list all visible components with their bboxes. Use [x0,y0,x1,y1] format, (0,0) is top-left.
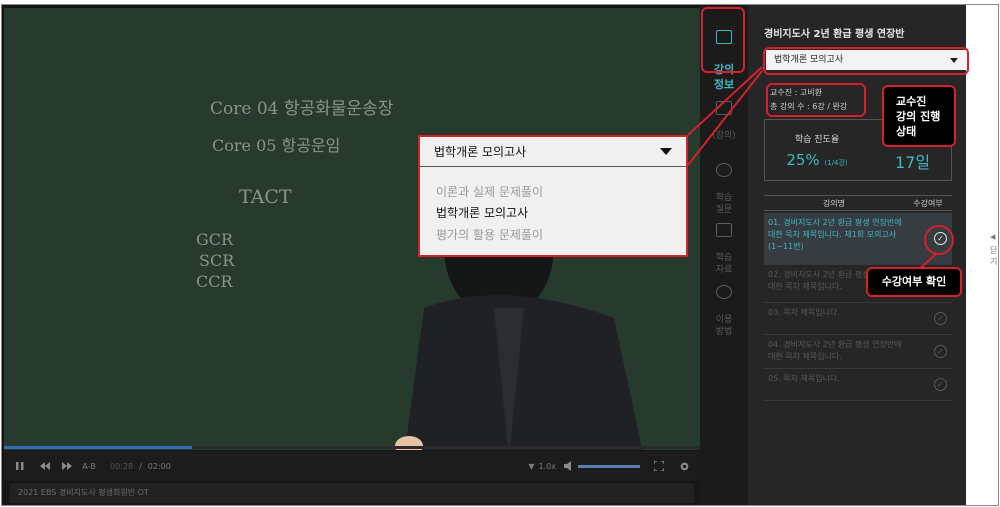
dropdown-option-selected[interactable]: 법학개론 모의고사 [436,204,528,221]
player-window: Core 04 항공화물운송장 Core 05 항공운임 TACT GCR SC… [1,4,999,506]
annotation-line [687,66,763,136]
callout-attendance-check: 수강여부 확인 [866,267,962,297]
chevron-down-icon [660,148,672,155]
annotation-circle-check [924,225,954,255]
annotation-box-select [763,47,969,75]
dropdown-option[interactable]: 평가의 활용 문제풀이 [436,226,543,243]
annotation-box-professor [766,83,866,117]
callout-instructor-status: 교수진 강의 진행 상태 [882,85,956,147]
dropdown-selected-label: 법학개론 모의고사 [434,145,527,159]
dropdown-option[interactable]: 이론과 실제 문제풀이 [436,183,543,200]
annotation-box-nav [701,7,745,73]
annotation-line [687,70,763,166]
course-dropdown-zoom[interactable]: 법학개론 모의고사 이론과 실제 문제풀이 법학개론 모의고사 평가의 활용 문… [418,135,688,257]
dropdown-selected[interactable]: 법학개론 모의고사 [420,137,686,167]
